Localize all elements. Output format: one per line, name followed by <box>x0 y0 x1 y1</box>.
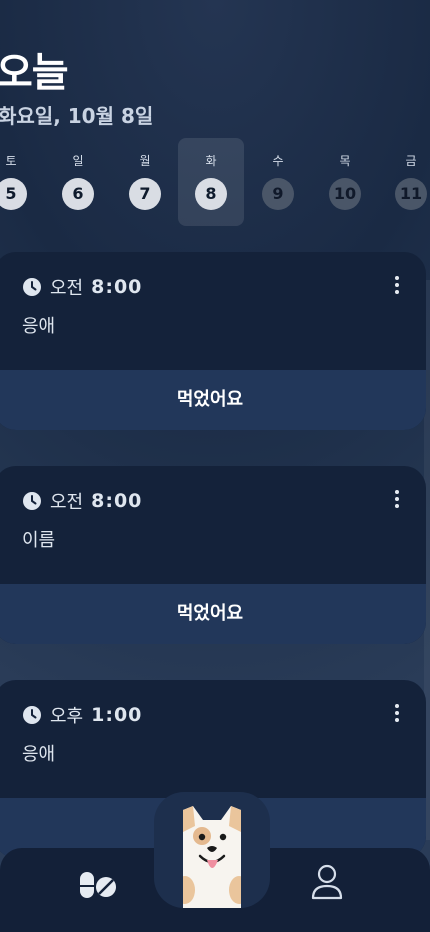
time-value: 1:00 <box>91 704 143 726</box>
day-wed[interactable]: 수 9 <box>245 138 311 226</box>
more-menu-icon[interactable] <box>392 490 402 510</box>
clock-icon <box>23 706 41 724</box>
medication-name: 응애 <box>22 744 56 765</box>
time-value: 8:00 <box>91 276 143 298</box>
day-sun[interactable]: 일 6 <box>45 138 111 226</box>
mark-taken-button[interactable]: 먹었어요 <box>0 584 426 644</box>
mark-taken-button[interactable]: 먹었어요 <box>0 370 426 430</box>
day-number: 6 <box>62 178 94 210</box>
dose-card: 오전 8:00 이름 먹었어요 <box>0 466 426 644</box>
dose-time: 오후 1:00 <box>22 702 142 728</box>
dose-card: 오전 8:00 응애 먹었어요 <box>0 252 426 430</box>
day-thu[interactable]: 목 10 <box>312 138 378 226</box>
day-number: 5 <box>0 178 27 210</box>
time-period: 오전 <box>50 492 84 513</box>
day-number: 9 <box>262 178 294 210</box>
profile-icon[interactable] <box>310 864 344 900</box>
more-menu-icon[interactable] <box>392 704 402 724</box>
day-number: 7 <box>129 178 161 210</box>
day-of-week-label: 금 <box>405 154 417 168</box>
pills-icon[interactable] <box>78 870 118 900</box>
date-subtitle: 화요일, 10월 8일 <box>0 104 154 128</box>
day-of-week-label: 월 <box>139 154 151 168</box>
day-number: 8 <box>195 178 227 210</box>
day-fri[interactable]: 금 11 <box>378 138 430 226</box>
dose-time: 오전 8:00 <box>22 488 142 514</box>
day-mon[interactable]: 월 7 <box>112 138 178 226</box>
day-of-week-label: 일 <box>72 154 84 168</box>
time-period: 오후 <box>50 706 84 727</box>
week-strip: 토 5 일 6 월 7 화 8 수 9 목 10 금 11 <box>0 138 430 228</box>
day-number: 10 <box>329 178 361 210</box>
page-title: 오늘 <box>0 50 69 96</box>
dose-time: 오전 8:00 <box>22 274 142 300</box>
clock-icon <box>23 278 41 296</box>
day-tue-selected[interactable]: 화 8 <box>178 138 244 226</box>
clock-icon <box>23 492 41 510</box>
medication-name: 응애 <box>22 316 56 337</box>
time-period: 오전 <box>50 278 84 299</box>
time-value: 8:00 <box>91 490 143 512</box>
day-of-week-label: 화 <box>205 154 217 168</box>
medication-name: 이름 <box>22 530 56 551</box>
day-sat[interactable]: 토 5 <box>0 138 44 226</box>
dog-mascot-icon <box>183 806 241 908</box>
more-menu-icon[interactable] <box>392 276 402 296</box>
day-of-week-label: 토 <box>5 154 17 168</box>
day-number: 11 <box>395 178 427 210</box>
day-of-week-label: 수 <box>272 154 284 168</box>
day-of-week-label: 목 <box>339 154 351 168</box>
